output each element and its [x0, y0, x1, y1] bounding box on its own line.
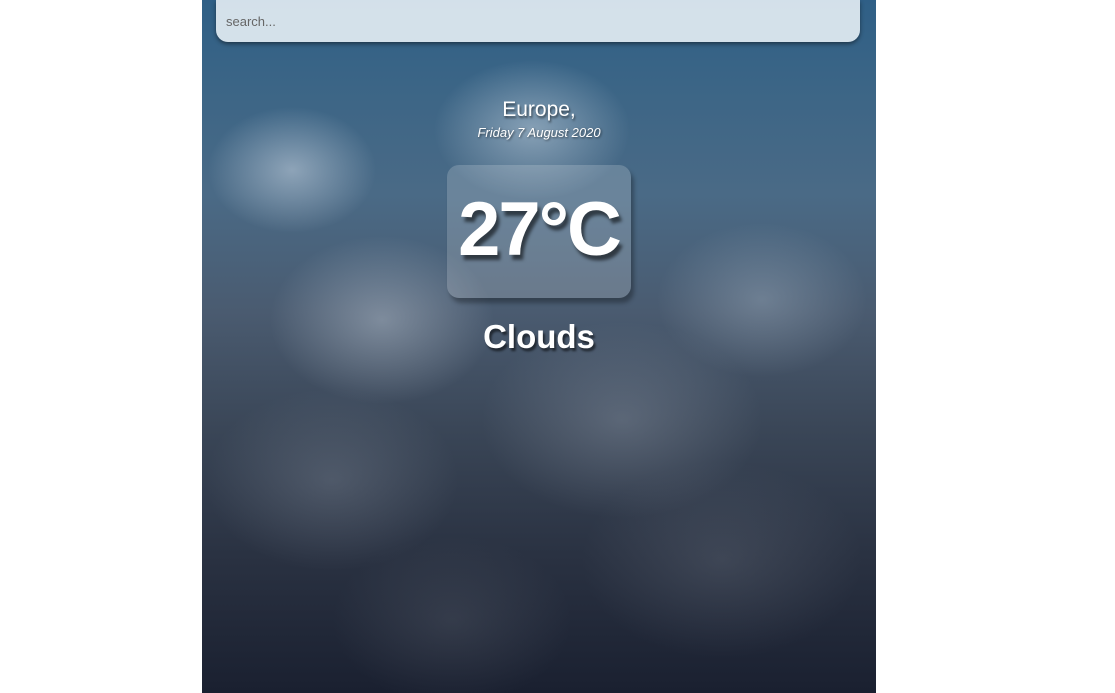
search-input[interactable] [216, 0, 860, 42]
weather-app: Europe, Friday 7 August 2020 27°C Clouds [202, 0, 876, 693]
location-name: Europe, [502, 98, 576, 121]
current-date: Friday 7 August 2020 [477, 125, 601, 140]
weather-condition: Clouds [483, 318, 595, 355]
temperature-value: 27°C [458, 187, 622, 272]
temperature-box: 27°C [447, 165, 631, 298]
search-box [216, 0, 860, 42]
